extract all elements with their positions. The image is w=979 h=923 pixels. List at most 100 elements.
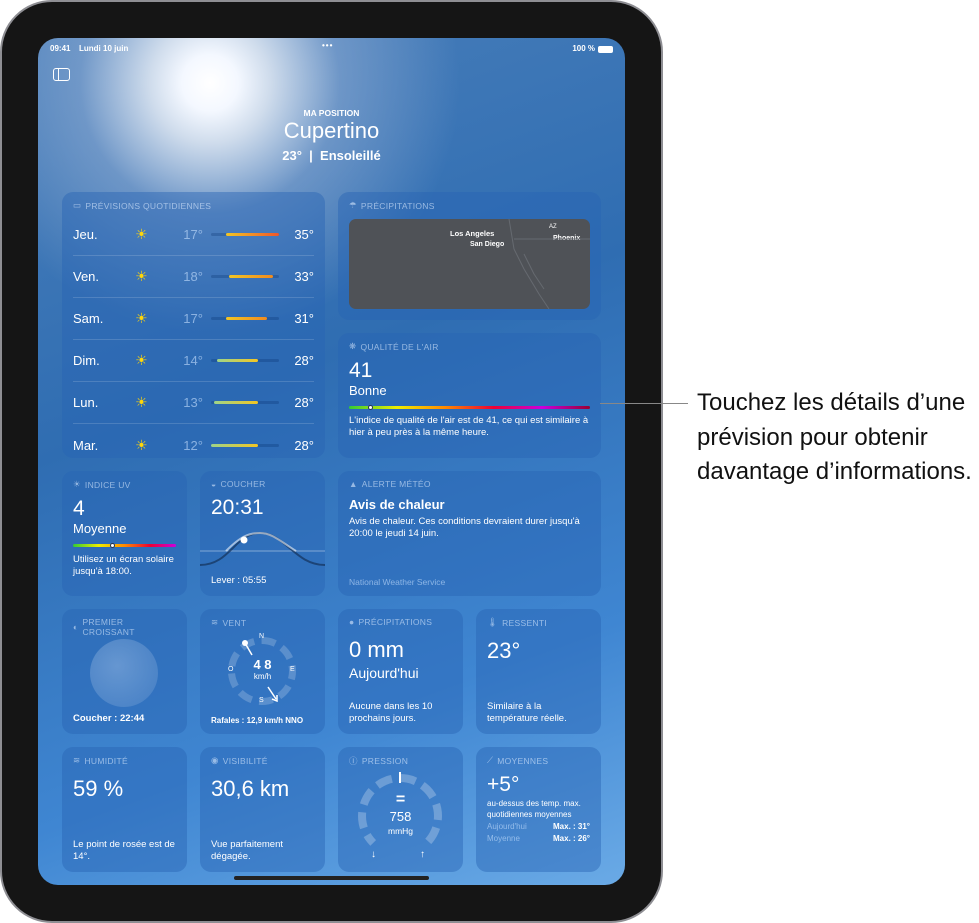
moonset-time: Coucher : 22:44 <box>73 713 145 724</box>
warning-icon: ▲ <box>349 479 358 489</box>
moon-icon: ◐ <box>73 622 79 632</box>
humidity-description: Le point de rosée est de 14°. <box>73 839 175 862</box>
forecast-day: Ven. <box>73 269 100 284</box>
forecast-row[interactable]: Mar. ☀ 12° 28° <box>73 424 314 458</box>
forecast-low: 12° <box>183 437 203 453</box>
pressure-needle <box>399 772 401 783</box>
wind-gusts: Rafales : 12,9 km/h NNO <box>211 716 304 725</box>
precipitation-map[interactable]: Los Angeles San Diego AZ Phoenix <box>349 219 590 309</box>
humidity-card[interactable]: ≋ HUMIDITÉ 59 % Le point de rosée est de … <box>62 747 187 872</box>
gauge-icon: ⓘ <box>349 756 358 766</box>
card-title: PREMIER CROISSANT <box>82 617 135 637</box>
sun-icon: ☀ <box>73 479 81 489</box>
alert-description: Avis de chaleur. Ces conditions devraien… <box>349 516 580 539</box>
temperature-range-fill <box>210 443 259 447</box>
aqi-value: 41 <box>349 359 373 382</box>
sun-path-graph <box>200 531 325 566</box>
city-name: Cupertino <box>283 118 380 143</box>
humidity-value: 59 % <box>73 776 124 801</box>
forecast-row[interactable]: Dim. ☀ 14° 28° <box>73 340 314 382</box>
air-quality-card[interactable]: ❋ QUALITÉ DE L'AIR 41 Bonne L'indice de q… <box>338 333 601 458</box>
thermometer-icon: 🌡︎ <box>487 617 499 627</box>
chart-line-icon: ⟋ <box>487 755 494 765</box>
air-quality-icon: ❋ <box>349 341 357 351</box>
forecast-row[interactable]: Jeu. ☀ 17° 35° <box>73 214 314 256</box>
temperature-range-fill <box>225 233 279 236</box>
sun-icon: ☀ <box>135 310 148 326</box>
sunrise-time: Lever : 05:55 <box>211 575 267 586</box>
moon-phase-card[interactable]: ◐ PREMIER CROISSANT Coucher : 22:44 <box>62 609 187 734</box>
averages-value: +5° <box>487 773 520 796</box>
forecast-day: Mar. <box>73 437 99 453</box>
feels-like-card[interactable]: 🌡︎ RESSENTI 23° Similaire à la températur… <box>476 609 601 734</box>
moon-image <box>90 639 158 707</box>
forecast-low: 17° <box>183 311 203 326</box>
sun-icon: ☀ <box>135 268 148 284</box>
precipitation-map-card[interactable]: ☂ PRÉCIPITATIONS Los Angeles San Diego AZ… <box>338 192 601 320</box>
aqi-level: Bonne <box>349 383 387 398</box>
multitask-dots[interactable]: ••• <box>322 41 333 50</box>
wind-card[interactable]: ≋ VENT N S E O 4 8 km/h Rafales : 12,9 km… <box>200 609 325 734</box>
visibility-value: 30,6 km <box>211 776 290 801</box>
status-battery: 100 % <box>572 44 595 53</box>
daily-forecast-card[interactable]: ▭ PRÉVISIONS QUOTIDIENNES Jeu. ☀ 17° 35° V… <box>62 192 325 458</box>
uv-index-card[interactable]: ☀ INDICE UV 4 Moyenne Utilisez un écran s… <box>62 471 187 596</box>
humidity-icon: ≋ <box>73 755 81 765</box>
averages-card[interactable]: ⟋ MOYENNES +5° au-dessus des temp. max. q… <box>476 747 601 872</box>
today-label: Aujourd'hui <box>487 822 527 831</box>
temperature-range-bar <box>210 233 279 236</box>
precip-description: Aucune dans les 10 prochains jours. <box>349 701 433 724</box>
forecast-day: Sam. <box>73 311 104 326</box>
eye-icon: ◉ <box>211 755 219 765</box>
alert-source[interactable]: National Weather Service <box>349 577 593 587</box>
card-title: PRÉCIPITATIONS <box>360 200 435 211</box>
uv-description: Utilisez un écran solaire jusqu'à 18:00. <box>73 554 174 577</box>
sun-icon: ☀ <box>135 436 148 453</box>
umbrella-icon: ☂ <box>349 200 357 210</box>
forecast-row[interactable]: Ven. ☀ 18° 33° <box>73 256 314 298</box>
alert-heading: Avis de chaleur <box>349 497 445 512</box>
forecast-low: 14° <box>183 353 203 368</box>
location-label: MA POSITION <box>303 108 360 118</box>
uv-scale <box>73 543 176 548</box>
forecast-high: 31° <box>294 311 314 326</box>
precipitation-card[interactable]: ● PRÉCIPITATIONS 0 mm Aujourd'hui Aucune … <box>338 609 463 734</box>
arrow-down-icon: ↓ <box>371 849 376 860</box>
raindrop-icon: ● <box>349 617 355 627</box>
temperature-range-fill <box>216 359 259 362</box>
weather-alert-card[interactable]: ▲ ALERTE MÉTÉO Avis de chaleur Avis de ch… <box>338 471 601 596</box>
home-indicator[interactable] <box>234 876 429 880</box>
today-value: Max. : 31° <box>553 822 590 831</box>
sun-icon: ☀ <box>135 394 148 410</box>
forecast-row[interactable]: Lun. ☀ 13° 28° <box>73 382 314 424</box>
callout-line <box>600 403 688 404</box>
forecast-high: 33° <box>294 269 314 284</box>
feels-like-value: 23° <box>487 638 521 663</box>
average-value: Max. : 26° <box>553 834 590 843</box>
forecast-row[interactable]: Sam. ☀ 17° 31° <box>73 298 314 340</box>
card-title: QUALITÉ DE L'AIR <box>360 341 439 352</box>
pressure-trend: = <box>395 791 406 808</box>
card-title: PRÉCIPITATIONS <box>358 617 433 627</box>
card-title: PRÉVISIONS QUOTIDIENNES <box>85 200 212 211</box>
temperature-range-bar <box>210 401 279 404</box>
temperature-range-fill <box>228 275 273 278</box>
precip-period: Aujourd'hui <box>349 665 419 681</box>
calendar-icon: ▭ <box>73 200 82 210</box>
status-time: 09:41 <box>50 44 71 53</box>
pressure-card[interactable]: ⓘ PRESSION = 758 mmHg ↓ ↑ <box>338 747 463 872</box>
sun-icon: ☀ <box>135 226 148 242</box>
card-title: RESSENTI <box>502 617 548 628</box>
card-title: HUMIDITÉ <box>84 755 128 766</box>
forecast-low: 18° <box>183 269 203 284</box>
visibility-card[interactable]: ◉ VISIBILITÉ 30,6 km Vue parfaitement dég… <box>200 747 325 872</box>
forecast-high: 28° <box>294 395 314 410</box>
forecast-high: 35° <box>294 227 314 242</box>
sidebar-toggle-icon[interactable] <box>53 68 70 81</box>
card-title: MOYENNES <box>497 755 549 766</box>
arrow-up-icon: ↑ <box>420 849 425 860</box>
visibility-description: Vue parfaitement dégagée. <box>211 839 283 862</box>
forecast-low: 17° <box>183 227 203 242</box>
sunset-card[interactable]: ◒ COUCHER 20:31 Lever : 05:55 <box>200 471 325 596</box>
precip-value: 0 mm <box>349 637 404 662</box>
